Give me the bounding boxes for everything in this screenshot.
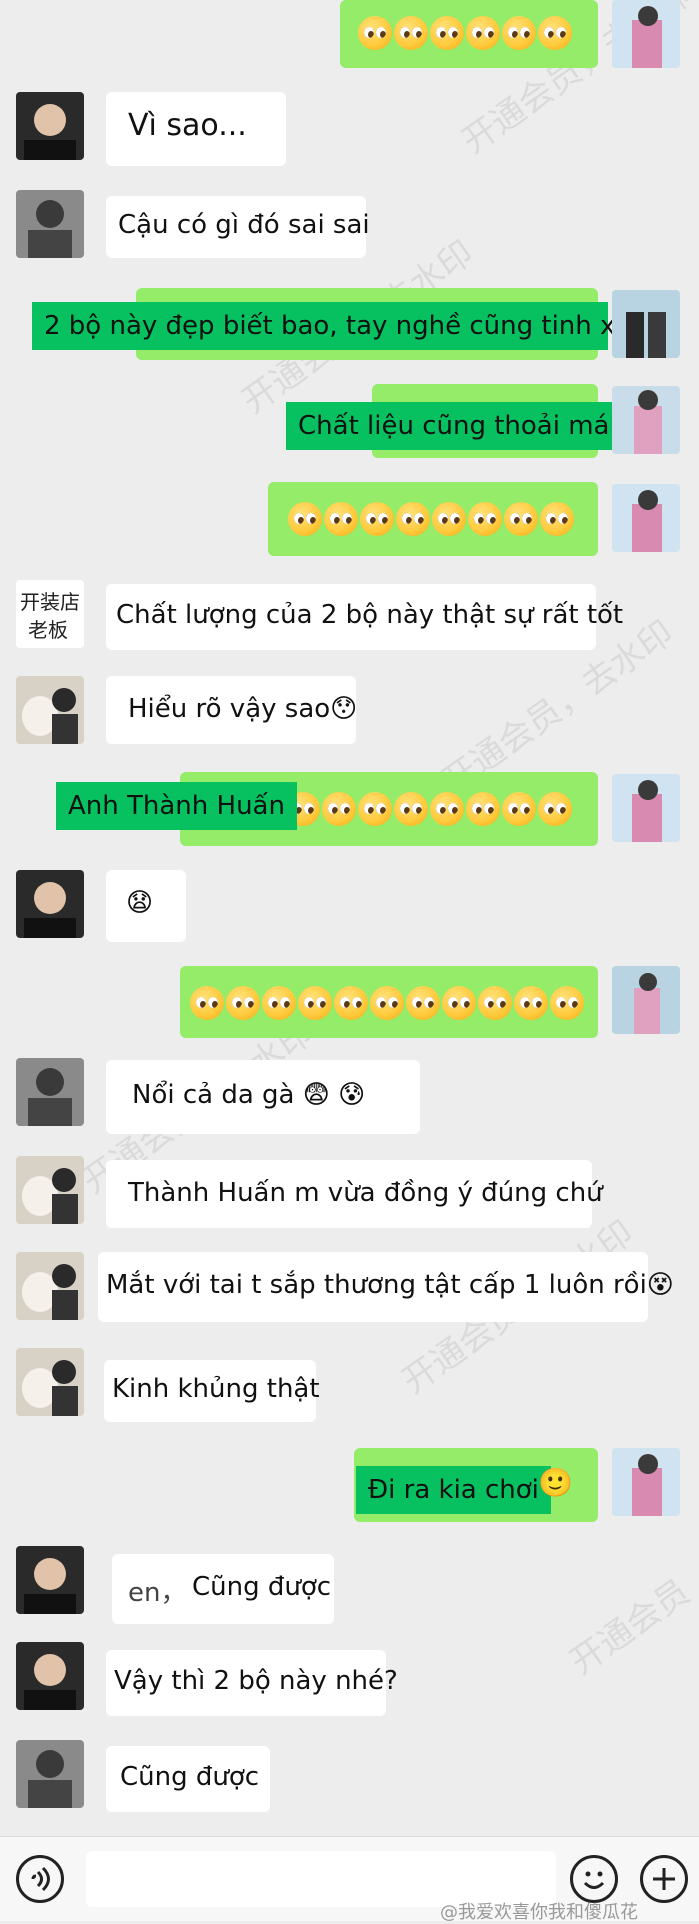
- watermark: 开通会员: [562, 1571, 698, 1683]
- voice-icon[interactable]: [16, 1855, 64, 1903]
- message-text: Thành Huấn m vừa đồng ý đúng chứ: [128, 1178, 603, 1208]
- avatar[interactable]: [16, 1348, 84, 1416]
- pleading-face-icon: [504, 502, 538, 536]
- pleading-emoji-row: [358, 16, 572, 50]
- pleading-face-icon: [370, 986, 404, 1020]
- avatar[interactable]: [612, 774, 680, 842]
- pleading-emoji-row: [190, 986, 584, 1020]
- avatar-label: 老板: [28, 618, 68, 642]
- message-text: Hiểu rõ vậy sao😯: [128, 694, 358, 724]
- avatar[interactable]: [16, 1156, 84, 1224]
- message-bubble-incoming[interactable]: Mắt với tai t sắp thương tật cấp 1 luôn …: [98, 1252, 674, 1322]
- message-bubble-incoming[interactable]: Cậu có gì đó sai sai: [106, 196, 370, 258]
- message-text-highlight: Anh Thành Huấn: [56, 782, 297, 830]
- message-text: Cậu có gì đó sai sai: [118, 210, 370, 240]
- pleading-face-icon: [468, 502, 502, 536]
- avatar[interactable]: [16, 1740, 84, 1808]
- emoji-icon[interactable]: [570, 1855, 618, 1903]
- chat-area[interactable]: 开通会员，去水印 开通会员，去水印 开通会员，去水印 开通会员，去水印 开通会员…: [0, 0, 699, 1836]
- message-bubble-outgoing[interactable]: [180, 966, 598, 1038]
- pleading-face-icon: [394, 792, 428, 826]
- pleading-face-icon: [442, 986, 476, 1020]
- message-text: 😧: [126, 888, 154, 918]
- avatar[interactable]: [612, 966, 680, 1034]
- message-bubble-outgoing[interactable]: [268, 482, 598, 556]
- message-text: Chất lượng của 2 bộ này thật sự rất tốt: [116, 600, 624, 630]
- message-bubble-incoming[interactable]: Vậy thì 2 bộ này nhé?: [106, 1650, 398, 1716]
- pleading-face-icon: [466, 16, 500, 50]
- avatar[interactable]: [16, 1252, 84, 1320]
- pleading-face-icon: [360, 502, 394, 536]
- pleading-face-icon: [430, 16, 464, 50]
- message-bubble-incoming[interactable]: Cũng được: [106, 1746, 270, 1812]
- message-text: Cũng được: [192, 1572, 332, 1602]
- message-text-highlight: Đi ra kia chơi: [356, 1466, 551, 1514]
- message-bubble-incoming[interactable]: en， Cũng được: [112, 1554, 334, 1624]
- watermark-handle: @我爱欢喜你我和傻瓜花: [440, 1902, 638, 1923]
- pleading-face-icon: [298, 986, 332, 1020]
- message-text: en，: [128, 1578, 187, 1608]
- pleading-face-icon: [502, 792, 536, 826]
- message-text: Nổi cả da gà 😨 😰: [132, 1080, 366, 1110]
- avatar[interactable]: [612, 1448, 680, 1516]
- avatar-shop-owner[interactable]: 开装店 老板: [16, 580, 84, 648]
- pleading-face-icon: [432, 502, 466, 536]
- pleading-face-icon: [466, 792, 500, 826]
- pleading-face-icon: [538, 792, 572, 826]
- pleading-face-icon: [478, 986, 512, 1020]
- pleading-face-icon: [396, 502, 430, 536]
- message-text-highlight: 2 bộ này đẹp biết bao, tay nghề cũng tin…: [32, 302, 647, 350]
- pleading-face-icon: [502, 16, 536, 50]
- avatar-label: 开装店: [20, 590, 80, 614]
- smile-emoji: 🙂: [538, 1466, 573, 1499]
- message-bubble-outgoing[interactable]: [340, 0, 598, 68]
- message-text: Vậy thì 2 bộ này nhé?: [114, 1666, 398, 1696]
- pleading-face-icon: [190, 986, 224, 1020]
- pleading-emoji-row: [288, 502, 574, 536]
- message-text: Kinh khủng thật: [112, 1374, 320, 1404]
- pleading-face-icon: [538, 16, 572, 50]
- message-bubble-incoming[interactable]: 😧: [106, 870, 186, 942]
- message-bubble-incoming[interactable]: Thành Huấn m vừa đồng ý đúng chứ: [106, 1160, 603, 1228]
- avatar[interactable]: [16, 92, 84, 160]
- avatar[interactable]: [16, 1058, 84, 1126]
- pleading-face-icon: [262, 986, 296, 1020]
- pleading-face-icon: [324, 502, 358, 536]
- avatar[interactable]: [612, 484, 680, 552]
- avatar[interactable]: [612, 386, 680, 454]
- message-text: Mắt với tai t sắp thương tật cấp 1 luôn …: [106, 1270, 674, 1300]
- message-text: Cũng được: [120, 1762, 260, 1792]
- avatar[interactable]: [16, 676, 84, 744]
- pleading-face-icon: [430, 792, 464, 826]
- pleading-face-icon: [334, 986, 368, 1020]
- pleading-face-icon: [540, 502, 574, 536]
- message-text: Vì sao...: [128, 108, 247, 143]
- avatar[interactable]: [16, 190, 84, 258]
- message-bubble-incoming[interactable]: Hiểu rõ vậy sao😯: [106, 676, 358, 744]
- avatar[interactable]: [16, 1546, 84, 1614]
- pleading-emoji-row: [286, 792, 572, 826]
- message-bubble-incoming[interactable]: Vì sao...: [106, 92, 286, 166]
- plus-icon[interactable]: [640, 1855, 688, 1903]
- pleading-face-icon: [406, 986, 440, 1020]
- pleading-face-icon: [358, 792, 392, 826]
- pleading-face-icon: [288, 502, 322, 536]
- avatar[interactable]: [16, 1642, 84, 1710]
- message-bubble-incoming[interactable]: Chất lượng của 2 bộ này thật sự rất tốt: [106, 584, 623, 650]
- avatar[interactable]: [612, 0, 680, 68]
- pleading-face-icon: [226, 986, 260, 1020]
- avatar[interactable]: [612, 290, 680, 358]
- message-text-highlight: Chất liệu cũng thoải mái: [286, 402, 629, 450]
- pleading-face-icon: [550, 986, 584, 1020]
- message-bubble-incoming[interactable]: Nổi cả da gà 😨 😰: [106, 1060, 420, 1134]
- pleading-face-icon: [358, 16, 392, 50]
- avatar[interactable]: [16, 870, 84, 938]
- pleading-face-icon: [394, 16, 428, 50]
- message-bubble-incoming[interactable]: Kinh khủng thật: [104, 1360, 320, 1422]
- pleading-face-icon: [514, 986, 548, 1020]
- pleading-face-icon: [322, 792, 356, 826]
